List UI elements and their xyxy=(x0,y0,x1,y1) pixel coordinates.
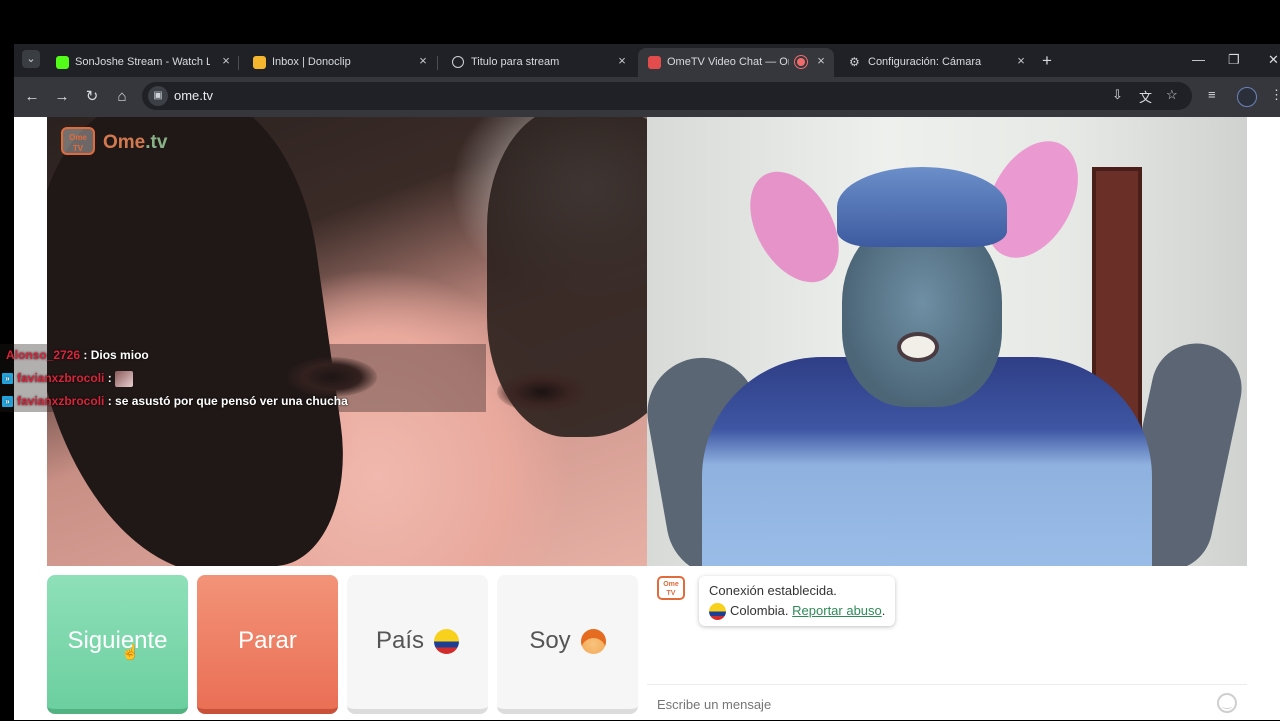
translate-icon[interactable]: 文 xyxy=(1139,87,1152,106)
tab-ometv[interactable]: OmeTV Video Chat — Ome × xyxy=(638,48,834,77)
overlay-chat-message: » favianxzbrocoli : xyxy=(2,367,134,389)
colombia-flag-icon xyxy=(709,603,726,621)
tab-title: OmeTV Video Chat — Ome xyxy=(667,56,789,68)
install-app-icon[interactable]: ⇩ xyxy=(1112,87,1123,103)
chat-panel: Ome TV Conexión establecida. Colombia. Re… xyxy=(647,566,1247,720)
colombia-flag-icon xyxy=(434,629,460,655)
ometv-icon xyxy=(648,56,661,69)
openai-icon xyxy=(452,56,464,68)
stream-chat-overlay: Alonso_2726 : Dios mioo » favianxzbrocoli… xyxy=(0,344,486,412)
address-bar[interactable]: ▣ ome.tv ⇩ 文 ☆ xyxy=(142,82,1192,110)
restore-button[interactable]: ❐ xyxy=(1228,52,1240,68)
profile-avatar[interactable] xyxy=(1237,87,1257,107)
country-filter-button[interactable]: País xyxy=(347,575,488,714)
ome-badge-icon: Ome TV xyxy=(61,127,95,155)
close-icon[interactable]: × xyxy=(416,54,430,68)
gear-icon: ⚙ xyxy=(849,55,860,69)
bookmark-star-icon[interactable]: ☆ xyxy=(1166,87,1178,103)
badge-icon: » xyxy=(2,373,13,385)
menu-icon[interactable]: ⋮ xyxy=(1270,87,1280,103)
tab-title: SonJoshe Stream - Watch Live o xyxy=(75,56,210,68)
remote-video: Ome TV Ome.tv xyxy=(47,117,647,566)
reload-icon[interactable]: ↻ xyxy=(82,87,102,107)
ome-badge-icon: Ome TV xyxy=(657,576,685,600)
forward-icon[interactable]: → xyxy=(52,87,72,107)
next-button[interactable]: Siguiente xyxy=(47,575,188,714)
tab-strip: ⌄ SonJoshe Stream - Watch Live o × Inbox… xyxy=(14,44,1280,77)
boy-emoji-icon xyxy=(580,629,606,655)
local-video xyxy=(647,117,1247,566)
browser-toolbar: ← → ↻ ⌂ ▣ ome.tv ⇩ 文 ☆ ≡ ⋮ xyxy=(14,77,1280,117)
stop-button[interactable]: Parar xyxy=(197,575,338,714)
tab-sonjoshe[interactable]: SonJoshe Stream - Watch Live o × xyxy=(46,48,236,77)
tab-title: Inbox | Donoclip xyxy=(272,56,351,68)
close-icon[interactable]: × xyxy=(814,54,828,68)
hand-cursor-icon: ☝ xyxy=(121,644,140,661)
close-window-button[interactable]: ✕ xyxy=(1268,52,1279,68)
close-icon[interactable]: × xyxy=(219,54,233,68)
close-icon[interactable]: × xyxy=(1014,54,1028,68)
back-icon[interactable]: ← xyxy=(22,87,42,107)
url-text: ome.tv xyxy=(174,88,214,103)
message-input[interactable] xyxy=(655,691,1209,717)
tab-titulo-stream[interactable]: Titulo para stream × xyxy=(442,48,632,77)
ometv-logo[interactable]: Ome TV Ome.tv xyxy=(61,127,191,161)
overlay-chat-message: Alonso_2726 : Dios mioo xyxy=(6,348,149,362)
emote-icon xyxy=(115,370,134,387)
system-message: Conexión establecida. Colombia. Reportar… xyxy=(699,576,896,626)
tab-donoclip[interactable]: Inbox | Donoclip × xyxy=(243,48,433,77)
tab-title: Titulo para stream xyxy=(471,56,560,68)
close-icon[interactable]: × xyxy=(615,54,629,68)
media-controls-icon[interactable]: ≡ xyxy=(1208,87,1216,102)
overlay-chat-message: » favianxzbrocoli : se asustó por que pen… xyxy=(2,390,348,412)
emoji-icon[interactable]: ‿ xyxy=(1217,693,1237,713)
ometv-page: Ome TV Ome.tv Alonso_2726 : Dios mioo » fa… xyxy=(0,117,1280,720)
recording-icon xyxy=(797,58,805,66)
tab-configuracion[interactable]: ⚙ Configuración: Cámara × xyxy=(839,48,1034,77)
tab-title: Configuración: Cámara xyxy=(868,56,982,68)
tab-search-button[interactable]: ⌄ xyxy=(22,50,40,68)
donoclip-icon xyxy=(253,56,266,69)
new-tab-button[interactable]: + xyxy=(1042,51,1052,71)
badge-icon: » xyxy=(2,396,13,408)
gender-select-button[interactable]: Soy xyxy=(497,575,638,714)
message-bar: ‿ xyxy=(647,684,1247,721)
home-icon[interactable]: ⌂ xyxy=(112,87,132,107)
minimize-button[interactable]: — xyxy=(1192,52,1205,67)
kick-icon xyxy=(56,56,69,69)
site-info-icon[interactable]: ▣ xyxy=(148,86,168,106)
screen-top-bar xyxy=(0,0,1280,44)
report-abuse-link[interactable]: Reportar abuso xyxy=(792,603,882,618)
